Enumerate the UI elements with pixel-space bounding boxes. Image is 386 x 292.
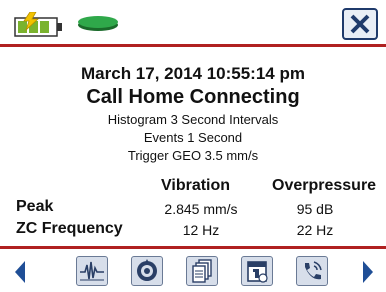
seal-button[interactable]: [131, 256, 163, 286]
arrow-left-icon[interactable]: [14, 260, 26, 284]
peak-vibration-value: 2.845 mm/s: [164, 201, 238, 217]
status-text: Call Home Connecting: [86, 86, 300, 108]
close-icon: [350, 14, 370, 34]
seal-icon: [137, 259, 157, 281]
waveform-button[interactable]: [76, 256, 108, 286]
events-text: Events 1 Second: [143, 130, 243, 145]
histogram-text: Histogram 3 Second Intervals: [107, 112, 279, 127]
column-header-overpressure: Overpressure: [272, 177, 377, 194]
trigger-text: Trigger GEO 3.5 mm/s: [127, 148, 259, 163]
battery-charging-icon: [14, 12, 62, 37]
status-disc-icon: [78, 16, 118, 31]
close-button[interactable]: [342, 8, 378, 40]
documents-button[interactable]: [186, 256, 218, 286]
documents-icon: [192, 259, 212, 283]
title-bar: [0, 0, 386, 47]
calendar-icon: [247, 261, 268, 283]
zc-vibration-value: 12 Hz: [182, 222, 220, 238]
footer-divider: [0, 246, 386, 249]
zc-overpressure-value: 22 Hz: [296, 222, 334, 238]
peak-overpressure-value: 95 dB: [296, 201, 334, 217]
header-divider: [0, 44, 386, 47]
calendar-button[interactable]: [241, 256, 273, 286]
row-label-zc-frequency: ZC Frequency: [16, 220, 123, 237]
phone-call-button[interactable]: [296, 256, 328, 286]
waveform-icon: [80, 261, 104, 281]
column-header-vibration: Vibration: [161, 177, 231, 194]
datetime-text: March 17, 2014 10:55:14 pm: [81, 64, 305, 83]
row-label-peak: Peak: [16, 198, 54, 215]
phone-call-icon: [305, 261, 322, 280]
arrow-right-icon[interactable]: [362, 260, 374, 284]
status-panel: March 17, 2014 10:55:14 pm Call Home Con…: [0, 50, 386, 246]
bottom-toolbar: [0, 246, 386, 292]
